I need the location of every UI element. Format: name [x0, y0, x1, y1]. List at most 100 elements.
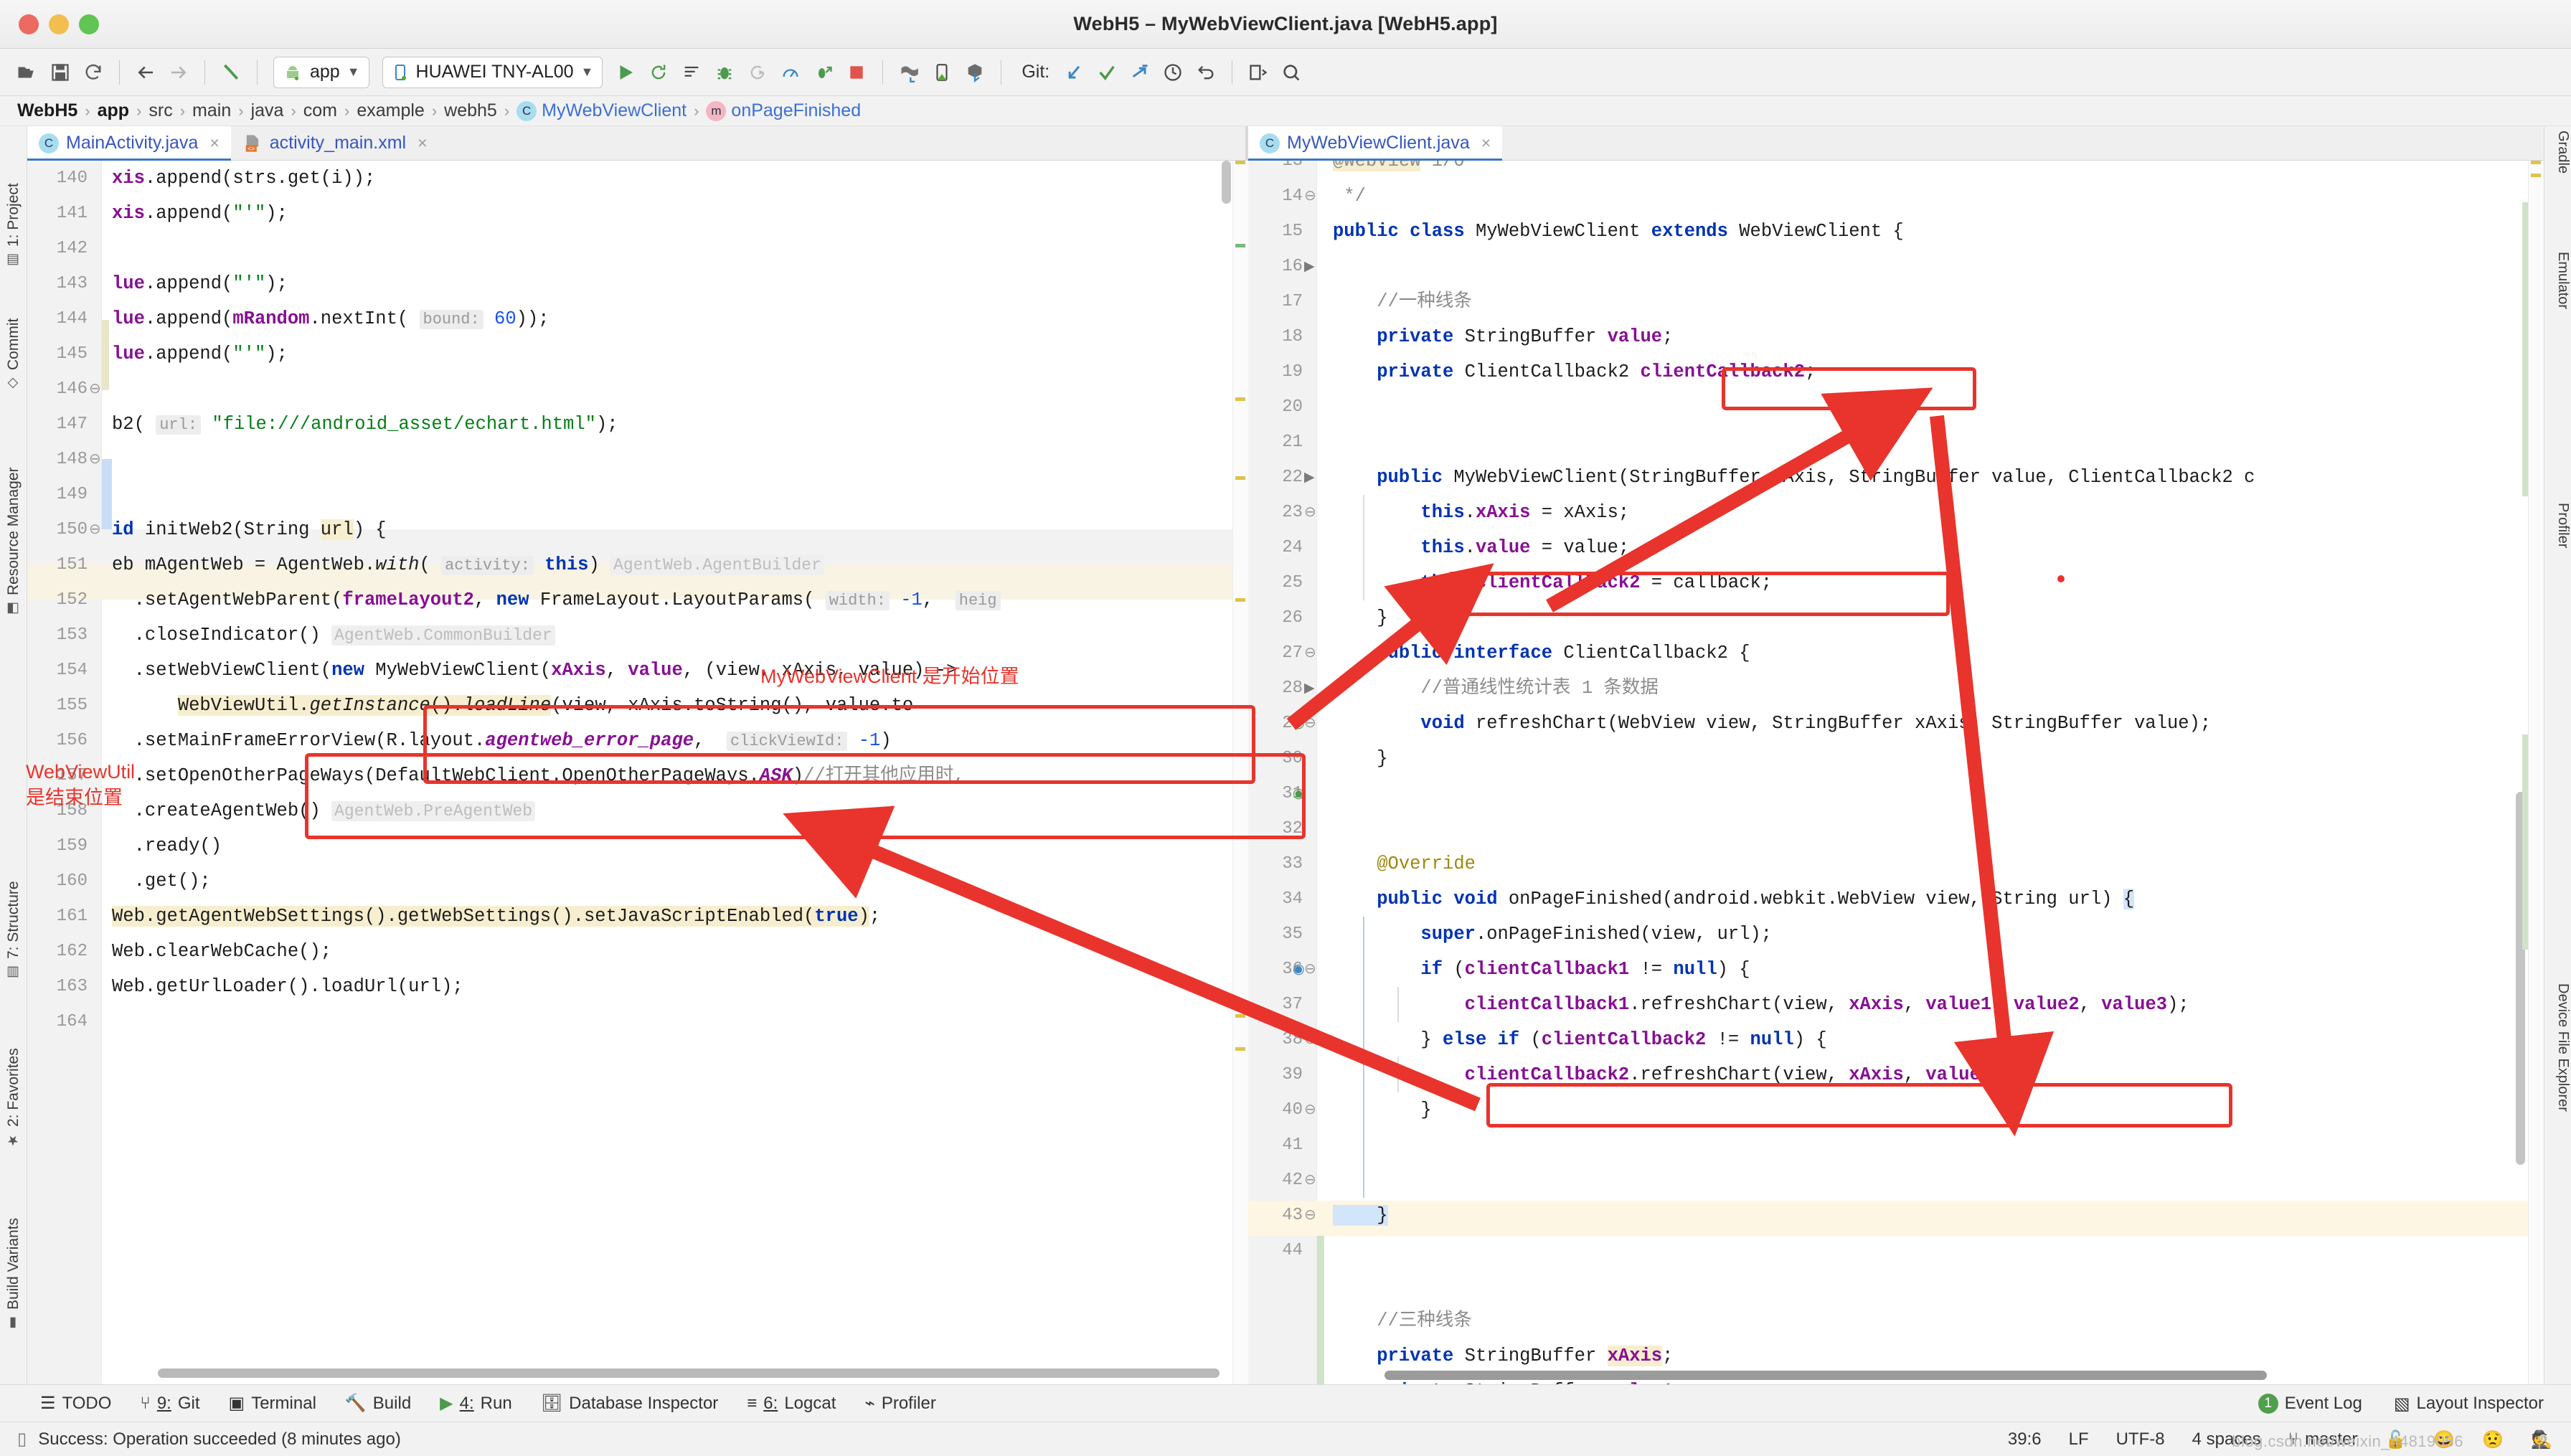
inspector-hat-icon[interactable]: 🕵	[2531, 1429, 2552, 1450]
file-encoding[interactable]: UTF-8	[2116, 1429, 2165, 1450]
fold-marker[interactable]: ⊖	[89, 372, 101, 407]
breadcrumb-item-method[interactable]: onPageFinished	[731, 100, 861, 121]
build-hammer-icon[interactable]	[215, 57, 247, 88]
sidebar-item-favorites[interactable]: ★ 2: Favorites	[0, 991, 27, 1148]
fold-expand-marker[interactable]: ▶	[1304, 671, 1315, 706]
left-marker-bar[interactable]	[1232, 161, 1248, 1384]
commit-icon[interactable]	[1091, 57, 1123, 88]
sidebar-item-emulator[interactable]: Emulator	[2544, 252, 2571, 488]
fold-marker[interactable]: ⊖	[1304, 495, 1316, 530]
select-opened-file-icon[interactable]	[1242, 57, 1274, 88]
code-line[interactable]: private StringBuffer value;	[1333, 319, 1673, 354]
code-line[interactable]: this.xAxis = xAxis;	[1333, 495, 1629, 530]
code-line[interactable]: }	[1333, 1198, 1388, 1233]
code-line[interactable]: Web.getUrlLoader().loadUrl(url);	[112, 969, 463, 1004]
fold-marker[interactable]: ⊖	[1304, 952, 1316, 987]
sidebar-item-gradle[interactable]: Gradle	[2544, 131, 2571, 238]
code-line[interactable]: public class MyWebViewClient extends Web…	[1333, 214, 1904, 249]
caret-position[interactable]: 39:6	[2008, 1429, 2042, 1450]
sidebar-item-build-variants[interactable]: ▮ Build Variants	[0, 1159, 27, 1331]
code-line[interactable]: public MyWebViewClient(StringBuffer xAxi…	[1333, 460, 2255, 495]
bottom-item-profiler[interactable]: ⌁ Profiler	[864, 1393, 935, 1414]
back-arrow-icon[interactable]	[130, 57, 161, 88]
code-line[interactable]: .ready()	[112, 828, 222, 864]
code-line[interactable]: Web.clearWebCache();	[112, 934, 331, 969]
breadcrumb-item-webh5pkg[interactable]: webh5	[444, 100, 497, 121]
update-project-icon[interactable]	[1058, 57, 1090, 88]
close-icon[interactable]: ×	[209, 133, 219, 153]
sidebar-item-device-file-explorer[interactable]: Device File Explorer	[2544, 983, 2571, 1292]
fold-marker[interactable]: ⊖	[1304, 1022, 1316, 1057]
rollback-icon[interactable]	[1190, 57, 1222, 88]
push-icon[interactable]	[1124, 57, 1156, 88]
code-line[interactable]: super.onPageFinished(view, url);	[1333, 917, 1772, 952]
code-line[interactable]: this.value = value;	[1333, 530, 1629, 565]
code-line[interactable]: WebViewUtil.getInstance().loadLine(view,…	[112, 688, 913, 723]
editor-pane-left[interactable]: 140 141 142 143 144 145 146 147 148 149 …	[27, 161, 1248, 1384]
fold-marker[interactable]: ⊖	[89, 442, 101, 477]
left-editor-vertical-scrollbar[interactable]	[1222, 161, 1231, 204]
chevron-down-icon[interactable]: ▼	[347, 65, 360, 80]
chevron-down-icon[interactable]: ▼	[581, 65, 594, 80]
bottom-item-event-log[interactable]: 1 Event Log	[2258, 1394, 2362, 1414]
close-icon[interactable]: ×	[418, 133, 427, 153]
implemented-method-icon[interactable]: ◉	[1293, 706, 1305, 741]
profile-icon[interactable]	[775, 57, 806, 88]
code-line[interactable]: .setAgentWebParent(frameLayout2, new Fra…	[112, 582, 1001, 618]
warning-marker[interactable]	[1235, 1014, 1245, 1018]
tab-mainactivity-java[interactable]: C MainActivity.java ×	[27, 126, 231, 161]
bottom-item-todo[interactable]: ☰ TODO	[40, 1393, 111, 1414]
line-separator[interactable]: LF	[2069, 1429, 2089, 1450]
bottom-item-build[interactable]: 🔨 Build	[345, 1393, 411, 1414]
code-line[interactable]: public interface ClientCallback2 {	[1333, 635, 1750, 671]
code-line[interactable]: .createAgentWeb() AgentWeb.PreAgentWeb	[112, 793, 536, 828]
change-marker[interactable]	[1235, 244, 1245, 247]
warning-marker[interactable]	[1235, 1047, 1245, 1051]
code-line[interactable]: .get();	[112, 864, 211, 899]
breadcrumb-item-com[interactable]: com	[303, 100, 337, 121]
code-line[interactable]: Web.getAgentWebSettings().getWebSettings…	[112, 899, 880, 934]
apply-code-changes-icon[interactable]	[676, 57, 707, 88]
open-folder-icon[interactable]	[11, 57, 43, 88]
fold-marker[interactable]: ⊖	[1304, 179, 1316, 214]
right-editor-horizontal-scrollbar[interactable]	[1384, 1371, 2267, 1380]
warning-marker[interactable]	[1235, 161, 1245, 164]
code-line[interactable]: } else if (clientCallback2 != null) {	[1333, 1022, 1826, 1057]
bottom-item-git[interactable]: ⑂ 9: Git	[140, 1394, 199, 1414]
code-line[interactable]: //一种线条	[1333, 284, 1472, 319]
sad-face-icon[interactable]: 😟	[2482, 1429, 2504, 1450]
code-line[interactable]: public void onPageFinished(android.webki…	[1333, 881, 2135, 917]
code-line[interactable]: }	[1333, 1092, 1431, 1128]
code-line[interactable]: this.clientCallback2 = callback;	[1333, 565, 1772, 600]
history-icon[interactable]	[1157, 57, 1189, 88]
code-line[interactable]: private ClientCallback2 clientCallback2;	[1333, 354, 1816, 389]
apply-changes-icon[interactable]	[643, 57, 674, 88]
breadcrumb-item-main[interactable]: main	[192, 100, 231, 121]
device-manager-icon[interactable]	[926, 57, 958, 88]
warning-marker[interactable]	[2531, 174, 2541, 177]
save-all-icon[interactable]	[44, 57, 76, 88]
code-line[interactable]: */	[1333, 179, 1366, 214]
code-line[interactable]: .setMainFrameErrorView(R.layout.agentweb…	[112, 723, 892, 758]
code-line[interactable]: }	[1333, 600, 1387, 635]
breadcrumb-item-java[interactable]: java	[251, 100, 284, 121]
bottom-item-terminal[interactable]: ▣ Terminal	[229, 1393, 316, 1414]
code-line[interactable]: clientCallback2.refreshChart(view, xAxis…	[1333, 1057, 2003, 1092]
breadcrumb-item-src[interactable]: src	[148, 100, 172, 121]
code-line[interactable]: if (clientCallback1 != null) {	[1333, 952, 1750, 987]
sidebar-item-project[interactable]: ▤ 1: Project	[0, 132, 27, 268]
tab-activity-main-xml[interactable]: <> activity_main.xml ×	[231, 126, 439, 160]
code-line[interactable]: @Override	[1333, 846, 1476, 881]
code-line[interactable]: void refreshChart(WebView view, StringBu…	[1333, 706, 2211, 741]
breadcrumb-item-app[interactable]: app	[98, 100, 129, 121]
search-everywhere-icon[interactable]	[1275, 57, 1307, 88]
code-line[interactable]: b2( url: "file:///android_asset/echart.h…	[112, 407, 618, 442]
sidebar-item-commit[interactable]: ◇ Commit	[0, 277, 27, 392]
fold-marker[interactable]: ⊖	[1304, 635, 1316, 671]
debug-icon[interactable]	[709, 57, 740, 88]
code-line[interactable]: lue.append("'");	[112, 266, 288, 301]
code-line[interactable]: xis.append("'");	[112, 196, 288, 231]
code-line[interactable]: .setWebViewClient(new MyWebViewClient(xA…	[112, 653, 958, 688]
avd-manager-icon[interactable]	[893, 57, 925, 88]
breadcrumb[interactable]: WebH5 › app › src › main › java › com › …	[0, 96, 2571, 126]
